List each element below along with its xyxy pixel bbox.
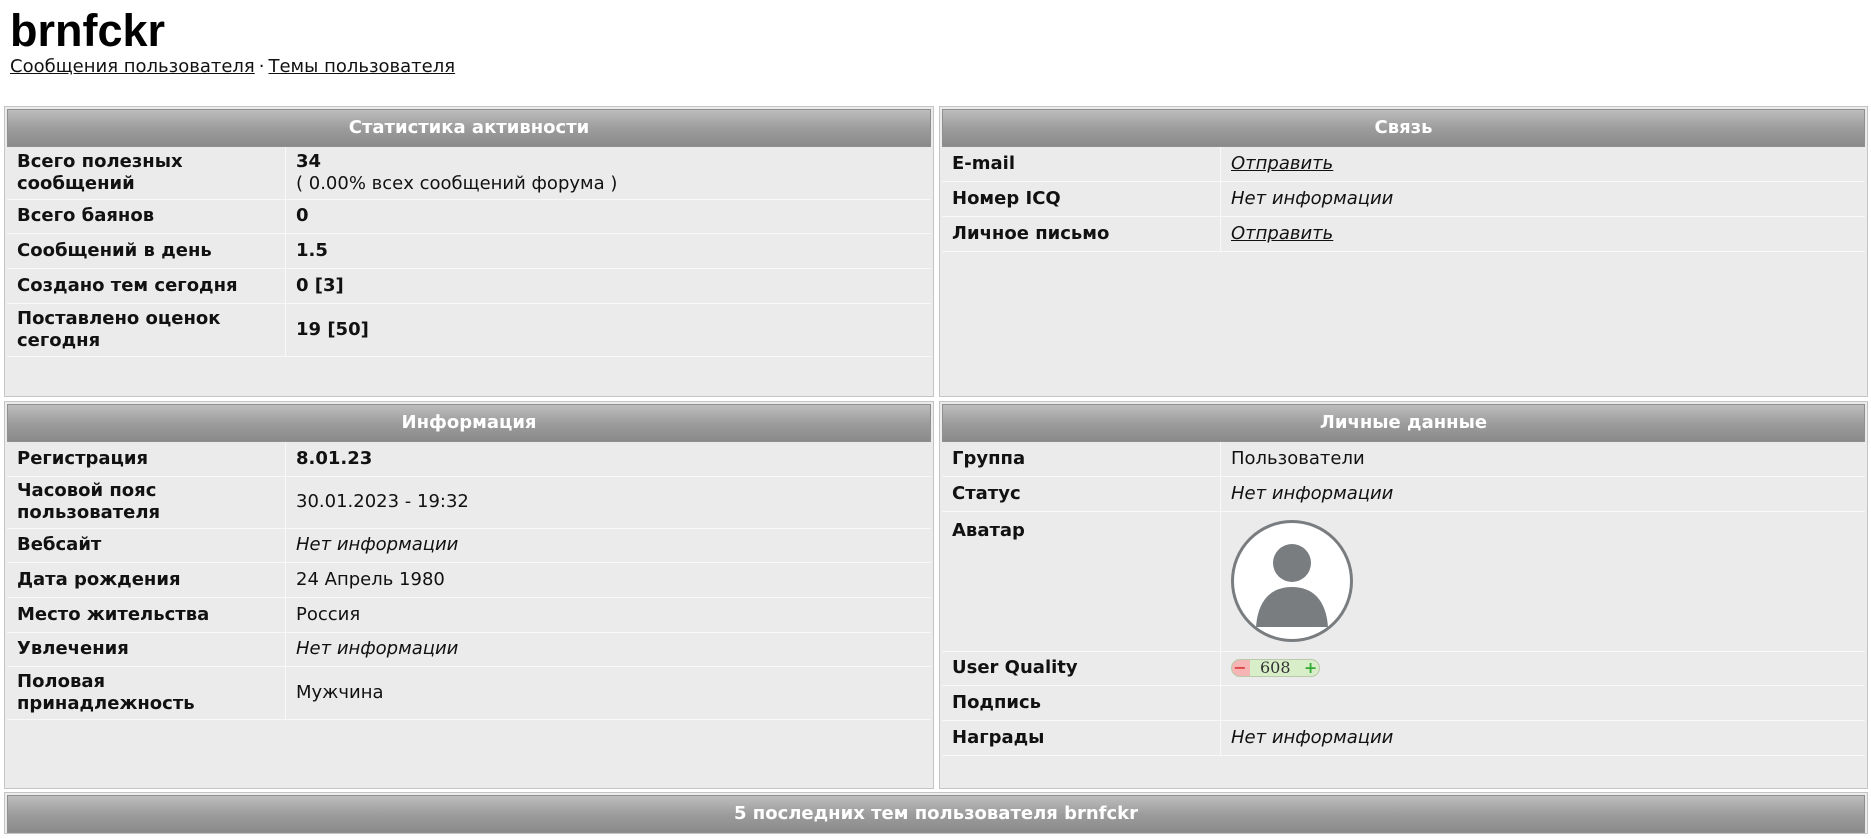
personal-label: Подпись <box>942 685 1221 721</box>
info-row-gender: Половая принадлежность Мужчина <box>7 666 931 720</box>
info-label: Часовой пояс пользователя <box>7 476 286 529</box>
stats-value: 0 <box>285 199 931 234</box>
activity-stats-panel: Статистика активности Всего полезных соо… <box>4 106 934 397</box>
contact-label: E-mail <box>942 147 1221 182</box>
personal-row-signature: Подпись <box>942 685 1865 721</box>
info-row-timezone: Часовой пояс пользователя 30.01.2023 - 1… <box>7 476 931 529</box>
info-value: 24 Апрель 1980 <box>285 562 931 598</box>
stats-value: 34 ( 0.00% всех сообщений форума ) <box>285 147 931 200</box>
stats-label: Поставлено оценок сегодня <box>7 303 286 357</box>
user-posts-link[interactable]: Сообщения пользователя <box>10 56 255 77</box>
info-label: Половая принадлежность <box>7 666 286 720</box>
info-row-hobbies: Увлечения Нет информации <box>7 632 931 667</box>
info-table: Регистрация 8.01.23 Часовой пояс пользов… <box>7 442 931 720</box>
activity-stats-table: Всего полезных сообщений 34 ( 0.00% всех… <box>7 147 931 357</box>
user-quality-widget: − 608 + <box>1231 657 1320 679</box>
send-pm-link[interactable]: Отправить <box>1231 223 1333 244</box>
personal-row-user-quality: User Quality − 608 + <box>942 651 1865 686</box>
info-title: Информация <box>7 404 931 442</box>
stats-row-ratings-today: Поставлено оценок сегодня 19 [50] <box>7 303 931 357</box>
contact-row-pm: Личное письмо Отправить <box>942 216 1865 252</box>
info-row-website: Вебсайт Нет информации <box>7 528 931 563</box>
info-row-birthday: Дата рождения 24 Апрель 1980 <box>7 562 931 598</box>
send-email-link[interactable]: Отправить <box>1231 153 1333 174</box>
contact-label: Номер ICQ <box>942 181 1221 217</box>
info-label: Увлечения <box>7 632 286 667</box>
personal-panel: Личные данные Группа Пользователи Статус… <box>939 401 1868 789</box>
personal-label: Аватар <box>942 511 1221 652</box>
contact-title: Связь <box>942 109 1865 147</box>
stats-label: Сообщений в день <box>7 233 286 269</box>
link-separator: · <box>258 56 265 77</box>
avatar-icon <box>1231 520 1353 642</box>
contact-row-email: E-mail Отправить <box>942 147 1865 182</box>
personal-row-group: Группа Пользователи <box>942 442 1865 477</box>
contact-label: Личное письмо <box>942 216 1221 252</box>
recent-topics-panel: 5 последних тем пользователя brnfckr <box>4 792 1868 834</box>
contact-value: Отправить <box>1220 216 1865 252</box>
info-label: Дата рождения <box>7 562 286 598</box>
useful-posts-percent: ( 0.00% всех сообщений форума ) <box>296 172 618 194</box>
info-value: Мужчина <box>285 666 931 720</box>
info-row-registration: Регистрация 8.01.23 <box>7 442 931 477</box>
contact-value: Отправить <box>1220 147 1865 182</box>
profile-username: brnfckr <box>10 5 166 56</box>
info-value: Нет информации <box>285 528 931 563</box>
info-row-location: Место жительства Россия <box>7 597 931 633</box>
contact-value: Нет информации <box>1220 181 1865 217</box>
contact-row-icq: Номер ICQ Нет информации <box>942 181 1865 217</box>
personal-value: Нет информации <box>1220 476 1865 512</box>
recent-topics-title: 5 последних тем пользователя brnfckr <box>7 795 1865 833</box>
stats-value: 0 [3] <box>285 268 931 304</box>
personal-value: Нет информации <box>1220 720 1865 756</box>
personal-title: Личные данные <box>942 404 1865 442</box>
personal-row-avatar: Аватар <box>942 511 1865 652</box>
personal-value <box>1220 511 1865 652</box>
useful-posts-count: 34 <box>296 150 322 172</box>
stats-label: Всего баянов <box>7 199 286 234</box>
personal-row-status: Статус Нет информации <box>942 476 1865 512</box>
info-value: Россия <box>285 597 931 633</box>
contact-table: E-mail Отправить Номер ICQ Нет информаци… <box>942 147 1865 252</box>
info-value: 8.01.23 <box>285 442 931 477</box>
personal-label: User Quality <box>942 651 1221 686</box>
stats-label: Всего полезных сообщений <box>7 147 286 200</box>
personal-value <box>1220 685 1865 721</box>
profile-links: Сообщения пользователя · Темы пользователя <box>10 55 455 79</box>
personal-table: Группа Пользователи Статус Нет информаци… <box>942 442 1865 756</box>
personal-label: Группа <box>942 442 1221 477</box>
stats-row-topics-today: Создано тем сегодня 0 [3] <box>7 268 931 304</box>
stats-row-posts-per-day: Сообщений в день 1.5 <box>7 233 931 269</box>
info-value: 30.01.2023 - 19:32 <box>285 476 931 529</box>
personal-label: Статус <box>942 476 1221 512</box>
rate-down-button[interactable]: − <box>1232 657 1248 679</box>
activity-stats-title: Статистика активности <box>7 109 931 147</box>
personal-label: Награды <box>942 720 1221 756</box>
stats-label: Создано тем сегодня <box>7 268 286 304</box>
rate-up-button[interactable]: + <box>1303 657 1319 679</box>
info-label: Место жительства <box>7 597 286 633</box>
stats-value: 1.5 <box>285 233 931 269</box>
stats-value: 19 [50] <box>285 303 931 357</box>
info-value: Нет информации <box>285 632 931 667</box>
contact-panel: Связь E-mail Отправить Номер ICQ Нет инф… <box>939 106 1868 397</box>
info-label: Вебсайт <box>7 528 286 563</box>
personal-value: Пользователи <box>1220 442 1865 477</box>
stats-row-bayans: Всего баянов 0 <box>7 199 931 234</box>
user-quality-score: 608 <box>1260 658 1291 677</box>
personal-row-awards: Награды Нет информации <box>942 720 1865 756</box>
info-label: Регистрация <box>7 442 286 477</box>
personal-value: − 608 + <box>1220 651 1865 686</box>
info-panel: Информация Регистрация 8.01.23 Часовой п… <box>4 401 934 789</box>
user-topics-link[interactable]: Темы пользователя <box>268 56 455 77</box>
stats-row-useful-posts: Всего полезных сообщений 34 ( 0.00% всех… <box>7 147 931 200</box>
